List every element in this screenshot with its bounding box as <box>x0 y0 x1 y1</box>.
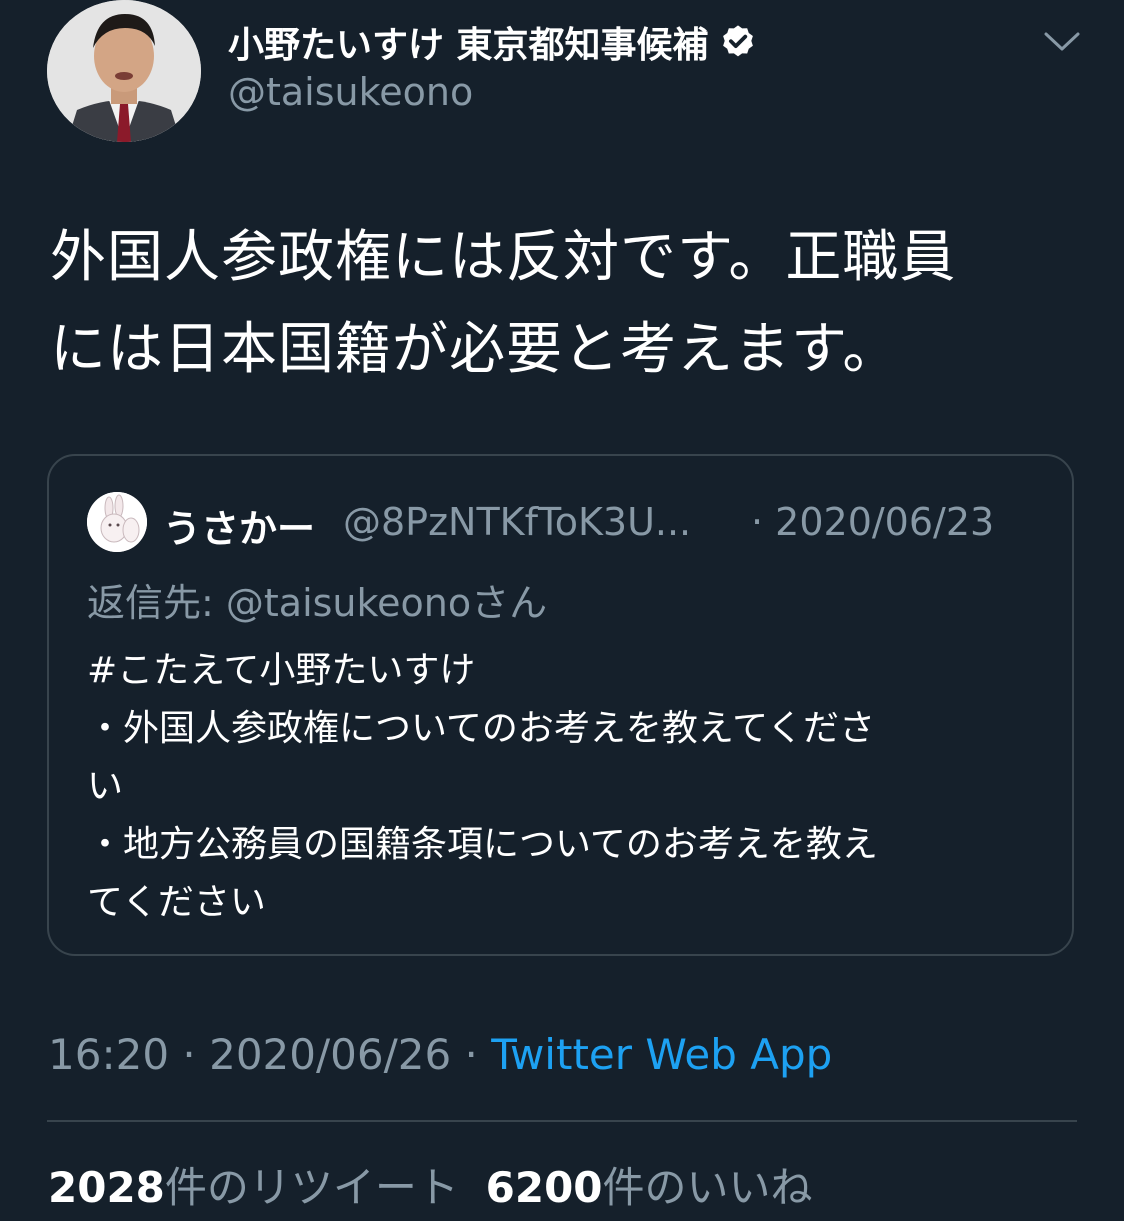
tweet-time[interactable]: 16:20 <box>48 1030 169 1079</box>
tweet-text-line: 外国人参政権には反対です。正職員 <box>50 225 957 290</box>
author-handle[interactable]: @taisukeono <box>228 70 473 114</box>
tweet-meta: 16:20 · 2020/06/26 · Twitter Web App <box>48 1030 832 1079</box>
avatar-photo <box>47 0 201 142</box>
tweet-text-line: には日本国籍が必要と考えます。 <box>50 317 900 382</box>
chevron-down-icon[interactable] <box>1042 26 1082 56</box>
quoted-author-handle: @8PzNTKfToK3U... <box>343 500 692 544</box>
author-display-name: 小野たいすけ 東京都知事候補 <box>228 25 709 66</box>
tweet-stats: 2028件のリツイート 6200件のいいね <box>48 1154 813 1215</box>
verified-badge-icon <box>722 25 753 57</box>
meta-separator: · <box>169 1030 210 1079</box>
quoted-author-avatar <box>87 492 147 552</box>
quoted-body-line: #こたえて小野たいすけ <box>87 650 476 691</box>
like-stat[interactable]: 6200件のいいね <box>486 1163 813 1212</box>
meta-separator: · <box>451 1030 492 1079</box>
quoted-body-line: てください <box>87 882 266 923</box>
quoted-body-line: ・地方公務員の国籍条項についてのお考えを教え <box>87 824 878 865</box>
quoted-tweet-body: #こたえて小野たいすけ ・外国人参政権についてのお考えを教えてくださ い ・地方… <box>87 642 1037 932</box>
like-label: 件のいいね <box>602 1163 813 1212</box>
tweet-text: 外国人参政権には反対です。正職員 には日本国籍が必要と考えます。 <box>50 212 1070 396</box>
quoted-author-name: うさかー <box>163 507 316 551</box>
author-avatar[interactable] <box>47 0 201 142</box>
quoted-tweet-date: · 2020/06/23 <box>751 500 995 544</box>
retweet-stat[interactable]: 2028件のリツイート <box>48 1163 459 1212</box>
quoted-body-line: ・外国人参政権についてのお考えを教えてくださ <box>87 708 876 749</box>
author-name[interactable]: 小野たいすけ 東京都知事候補 <box>228 16 757 68</box>
quoted-body-line: い <box>87 766 124 807</box>
rabbit-avatar-icon <box>87 492 147 552</box>
tweet-date[interactable]: 2020/06/26 <box>209 1030 451 1079</box>
reply-to-line: 返信先: @taisukeonoさん <box>87 581 548 625</box>
like-count: 6200 <box>485 1163 603 1212</box>
divider <box>47 1120 1077 1122</box>
tweet-source-link[interactable]: Twitter Web App <box>491 1030 832 1079</box>
retweet-label: 件のリツイート <box>164 1163 459 1212</box>
retweet-count: 2028 <box>48 1163 165 1212</box>
quoted-tweet-card[interactable]: うさかー @8PzNTKfToK3U... · 2020/06/23 返信先: … <box>47 454 1074 956</box>
